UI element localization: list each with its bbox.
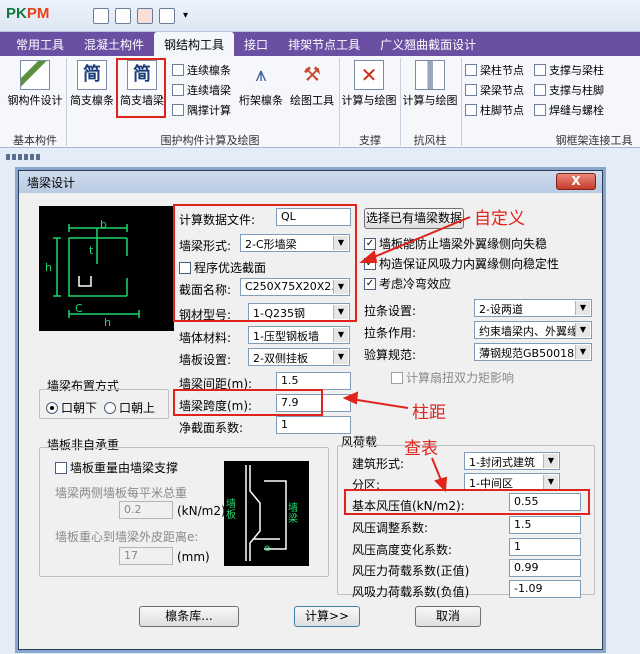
annotation-arrows [342, 216, 471, 493]
annotation-custom: 自定义 [474, 209, 525, 229]
annotation-column-span: 柱距 [412, 403, 446, 423]
annotation-lookup: 查表 [404, 439, 438, 459]
